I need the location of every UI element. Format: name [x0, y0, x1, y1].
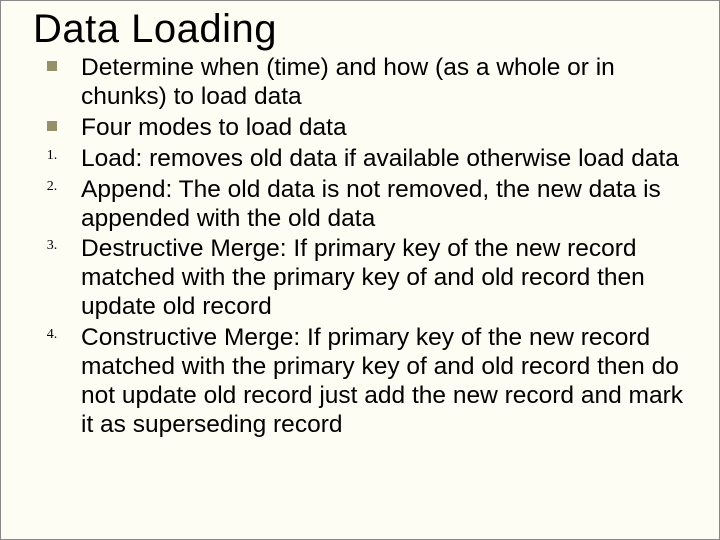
list-item-text: Load: removes old data if available othe…: [81, 145, 697, 174]
bullet-number: 4.: [23, 324, 81, 344]
slide-body: Determine when (time) and how (as a whol…: [23, 54, 697, 440]
list-item-text: Four modes to load data: [81, 114, 697, 143]
bullet-number: 3.: [23, 235, 81, 255]
list-item: 3. Destructive Merge: If primary key of …: [23, 235, 697, 322]
list-item-text: Constructive Merge: If primary key of th…: [81, 324, 697, 440]
list-item: 4. Constructive Merge: If primary key of…: [23, 324, 697, 440]
list-item-text: Determine when (time) and how (as a whol…: [81, 54, 697, 112]
list-item: Four modes to load data: [23, 114, 697, 143]
bullet-square-icon: [23, 114, 81, 131]
slide-title: Data Loading: [33, 7, 697, 52]
list-item: 2. Append: The old data is not removed, …: [23, 176, 697, 234]
bullet-number: 2.: [23, 176, 81, 196]
bullet-square-icon: [23, 54, 81, 71]
list-item: Determine when (time) and how (as a whol…: [23, 54, 697, 112]
list-item-text: Append: The old data is not removed, the…: [81, 176, 697, 234]
slide: Data Loading Determine when (time) and h…: [0, 0, 720, 540]
bullet-number: 1.: [23, 145, 81, 165]
list-item-text: Destructive Merge: If primary key of the…: [81, 235, 697, 322]
list-item: 1. Load: removes old data if available o…: [23, 145, 697, 174]
